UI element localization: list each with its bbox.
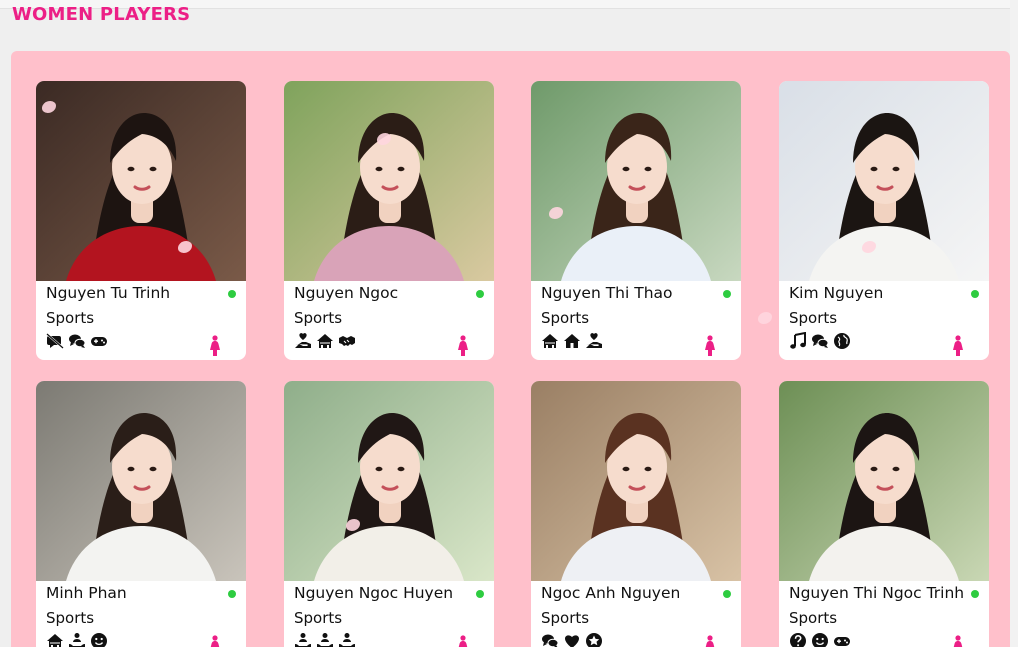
- female-icon: [703, 335, 717, 357]
- player-category: Sports: [789, 609, 838, 627]
- player-name[interactable]: Nguyen Thi Thao: [541, 284, 721, 302]
- female-icon: [208, 635, 222, 647]
- chat-bubbles-icon: [68, 332, 86, 350]
- player-name[interactable]: Kim Nguyen: [789, 284, 969, 302]
- smile-icon: [811, 632, 829, 647]
- hobby-icons: [541, 632, 603, 647]
- people-icon: [316, 632, 334, 647]
- house-icon: [541, 332, 559, 350]
- player-category: Sports: [789, 309, 838, 327]
- female-icon: [951, 635, 965, 647]
- female-icon: [703, 635, 717, 647]
- player-name[interactable]: Nguyen Tu Trinh: [46, 284, 226, 302]
- gamepad-icon: [833, 632, 851, 647]
- hobby-icons: [541, 332, 603, 350]
- hobby-icons: [46, 632, 108, 647]
- player-card[interactable]: Kim Nguyen Sports: [779, 81, 989, 360]
- hobby-icons: [789, 331, 851, 350]
- player-name[interactable]: Nguyen Ngoc: [294, 284, 474, 302]
- online-status-dot: [723, 590, 731, 598]
- female-icon: [456, 635, 470, 647]
- player-name[interactable]: Minh Phan: [46, 584, 226, 602]
- player-photo[interactable]: [779, 381, 989, 581]
- online-status-dot: [971, 290, 979, 298]
- gamepad-icon: [90, 332, 108, 350]
- smile-icon: [90, 632, 108, 647]
- player-name[interactable]: Nguyen Thi Ngoc Trinh: [789, 584, 969, 602]
- chat-bubbles-icon: [541, 632, 559, 647]
- player-card[interactable]: Nguyen Thi Ngoc Trinh Sports: [779, 381, 989, 647]
- player-category: Sports: [46, 309, 95, 327]
- online-status-dot: [476, 290, 484, 298]
- player-card[interactable]: Nguyen Thi Thao Sports: [531, 81, 741, 360]
- player-photo[interactable]: [779, 81, 989, 281]
- player-name[interactable]: Ngoc Anh Nguyen: [541, 584, 721, 602]
- hobby-icons: [789, 632, 851, 647]
- globe-icon: [833, 332, 851, 350]
- section-title: WOMEN PLAYERS: [12, 4, 191, 25]
- hobby-icons: [46, 332, 108, 350]
- player-card[interactable]: Nguyen Ngoc Sports: [284, 81, 494, 360]
- online-status-dot: [723, 290, 731, 298]
- heart-icon: [563, 632, 581, 647]
- player-photo[interactable]: [284, 381, 494, 581]
- player-photo[interactable]: [531, 381, 741, 581]
- house-icon: [46, 632, 64, 647]
- music-icon: [789, 331, 807, 350]
- question-icon: [789, 632, 807, 647]
- people-icon: [68, 632, 86, 647]
- people-icon: [294, 632, 312, 647]
- player-category: Sports: [46, 609, 95, 627]
- player-card[interactable]: Nguyen Ngoc Huyen Sports: [284, 381, 494, 647]
- player-name[interactable]: Nguyen Ngoc Huyen: [294, 584, 474, 602]
- player-category: Sports: [294, 609, 343, 627]
- female-icon: [208, 335, 222, 357]
- female-icon: [951, 335, 965, 357]
- scrollbar[interactable]: [1010, 0, 1018, 647]
- hobby-icons: [294, 332, 356, 350]
- star-icon: [585, 632, 603, 647]
- player-card[interactable]: Minh Phan Sports: [36, 381, 246, 647]
- online-status-dot: [971, 590, 979, 598]
- online-status-dot: [228, 290, 236, 298]
- hand-heart-icon: [585, 332, 603, 350]
- hobby-icons: [294, 632, 356, 647]
- player-category: Sports: [541, 609, 590, 627]
- handshake-icon: [338, 332, 356, 350]
- player-category: Sports: [294, 309, 343, 327]
- player-photo[interactable]: [36, 81, 246, 281]
- player-photo[interactable]: [284, 81, 494, 281]
- female-icon: [456, 335, 470, 357]
- player-card[interactable]: Ngoc Anh Nguyen Sports: [531, 381, 741, 647]
- player-photo[interactable]: [531, 81, 741, 281]
- chat-bubbles-icon: [811, 332, 829, 350]
- hand-heart-icon: [294, 332, 312, 350]
- people-icon: [338, 632, 356, 647]
- player-category: Sports: [541, 309, 590, 327]
- player-photo[interactable]: [36, 381, 246, 581]
- home-icon: [563, 332, 581, 350]
- player-card[interactable]: Nguyen Tu Trinh Sports: [36, 81, 246, 360]
- no-chat-icon: [46, 332, 64, 350]
- online-status-dot: [228, 590, 236, 598]
- house-icon: [316, 332, 334, 350]
- online-status-dot: [476, 590, 484, 598]
